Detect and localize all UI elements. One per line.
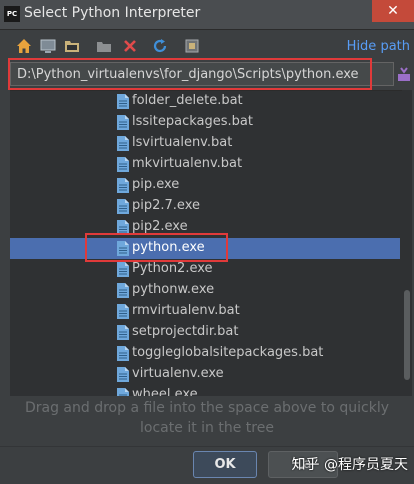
- file-name: rmvirtualenv.bat: [132, 303, 240, 318]
- file-icon: [117, 283, 129, 298]
- file-icon: [117, 241, 129, 256]
- file-name: python.exe: [132, 240, 205, 255]
- tree-scrollbar[interactable]: [402, 90, 412, 396]
- show-hidden-icon[interactable]: [184, 38, 200, 54]
- file-icon: [117, 157, 129, 172]
- footer-divider: [0, 446, 414, 447]
- file-icon: [117, 94, 129, 109]
- file-icon: [117, 325, 129, 340]
- file-icon: [117, 220, 129, 235]
- refresh-icon[interactable]: [152, 38, 168, 54]
- tree-row[interactable]: mkvirtualenv.bat: [10, 154, 400, 175]
- hint-line-2: locate it in the tree: [140, 420, 274, 436]
- tree-row[interactable]: pip2.7.exe: [10, 196, 400, 217]
- file-icon: [117, 199, 129, 214]
- home-icon[interactable]: [16, 38, 32, 54]
- desktop-icon[interactable]: [40, 38, 56, 54]
- file-icon: [117, 346, 129, 361]
- delete-icon[interactable]: [122, 38, 138, 54]
- file-icon: [117, 304, 129, 319]
- tree-row[interactable]: lssitepackages.bat: [10, 112, 400, 133]
- file-tree[interactable]: folder_delete.bat lssitepackages.bat lsv…: [10, 90, 412, 396]
- file-name: pip.exe: [132, 177, 180, 192]
- pycharm-logo-icon: PC: [4, 6, 20, 22]
- file-name: Python2.exe: [132, 261, 213, 276]
- tree-row[interactable]: lsvirtualenv.bat: [10, 133, 400, 154]
- file-name: toggleglobalsitepackages.bat: [132, 345, 324, 360]
- file-name: wheel.exe: [132, 387, 198, 396]
- watermark: 知乎 @程序员夏天: [291, 457, 408, 473]
- hide-path-link[interactable]: Hide path: [347, 39, 410, 54]
- close-icon: ✕: [387, 3, 399, 19]
- file-icon: [117, 262, 129, 277]
- file-icon: [117, 367, 129, 382]
- file-icon: [117, 115, 129, 130]
- tree-row[interactable]: folder_delete.bat: [10, 91, 400, 112]
- tree-row[interactable]: toggleglobalsitepackages.bat: [10, 343, 400, 364]
- window-title: Select Python Interpreter: [24, 5, 201, 21]
- close-button[interactable]: ✕: [372, 0, 414, 22]
- tree-row[interactable]: virtualenv.exe: [10, 364, 400, 385]
- hint-line-1: Drag and drop a file into the space abov…: [24, 400, 389, 416]
- file-icon: [117, 178, 129, 193]
- file-name: virtualenv.exe: [132, 366, 224, 381]
- file-icon: [117, 136, 129, 151]
- tree-row[interactable]: Python2.exe: [10, 259, 400, 280]
- tree-row-selected[interactable]: python.exe: [10, 238, 400, 259]
- file-name: lssitepackages.bat: [132, 114, 253, 129]
- tree-row[interactable]: pythonw.exe: [10, 280, 400, 301]
- tree-row[interactable]: pip2.exe: [10, 217, 400, 238]
- file-name: pythonw.exe: [132, 282, 215, 297]
- tree-row[interactable]: pip.exe: [10, 175, 400, 196]
- scroll-thumb[interactable]: [404, 290, 410, 380]
- file-name: mkvirtualenv.bat: [132, 156, 243, 171]
- file-chooser-toolbar: Hide path: [0, 34, 414, 58]
- file-name: pip2.7.exe: [132, 198, 200, 213]
- tree-row[interactable]: rmvirtualenv.bat: [10, 301, 400, 322]
- tree-row[interactable]: wheel.exe: [10, 385, 400, 396]
- file-name: lsvirtualenv.bat: [132, 135, 233, 150]
- file-name: folder_delete.bat: [132, 93, 243, 108]
- file-name: setprojectdir.bat: [132, 324, 239, 339]
- new-folder-icon[interactable]: [96, 38, 112, 54]
- path-field[interactable]: [10, 62, 394, 86]
- path-history-icon[interactable]: [397, 66, 411, 82]
- tree-row[interactable]: setprojectdir.bat: [10, 322, 400, 343]
- title-bar: PC Select Python Interpreter ✕: [0, 0, 414, 30]
- drag-drop-hint: Drag and drop a file into the space abov…: [0, 398, 414, 438]
- project-folder-icon[interactable]: [64, 38, 80, 54]
- file-name: pip2.exe: [132, 219, 188, 234]
- path-input[interactable]: [11, 63, 393, 86]
- ok-button[interactable]: OK: [193, 451, 257, 478]
- file-icon: [117, 388, 129, 396]
